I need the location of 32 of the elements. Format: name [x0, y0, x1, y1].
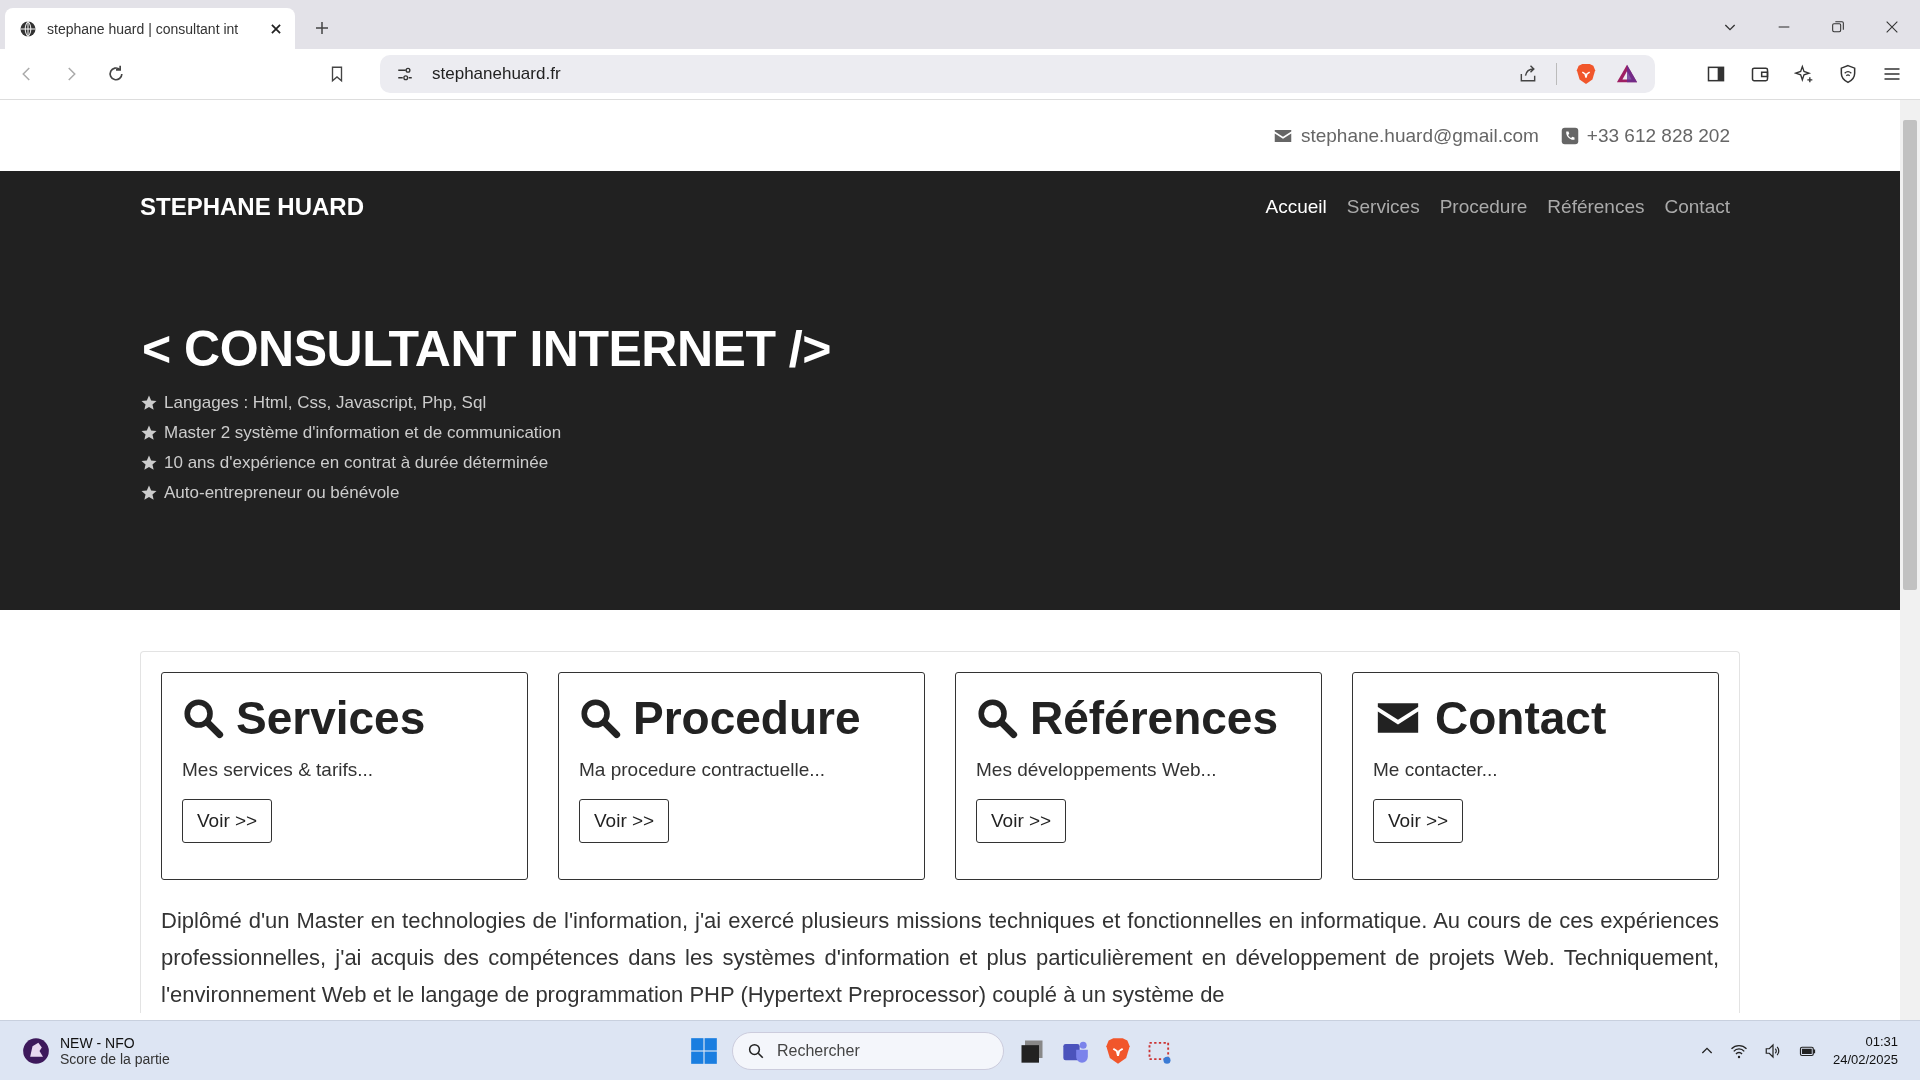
card-text: Me contacter... — [1373, 759, 1499, 781]
card-title: Références — [1030, 691, 1279, 745]
tab-title: stephane huard | consultant int — [47, 20, 240, 37]
phone-number: +33 612 828 202 — [1586, 124, 1730, 147]
nav-link[interactable]: Références — [1547, 195, 1645, 218]
nav-link[interactable]: Accueil — [1265, 195, 1327, 218]
clock[interactable]: 01:31 24/02/2025 — [1832, 1032, 1898, 1069]
card-title: Services — [236, 691, 426, 745]
voir-button[interactable]: Voir >> — [182, 799, 273, 843]
card-text: Mes services & tarifs... — [182, 759, 375, 781]
address-bar[interactable]: stephanehuard.fr — [380, 55, 1655, 93]
hero-title: < CONSULTANT INTERNET /> — [142, 320, 832, 378]
voir-button[interactable]: Voir >> — [1373, 799, 1464, 843]
nav-link[interactable]: Services — [1346, 195, 1420, 218]
bullet-text: Master 2 système d'information et de communication — [164, 423, 562, 443]
news-widget[interactable]: NEW - NFO Score de la partie — [22, 1034, 170, 1067]
card-title: Contact — [1435, 691, 1607, 745]
taskbar-search[interactable]: Rechercher — [732, 1031, 1004, 1070]
intro-paragraph: Diplômé d'un Master en technologies de l'information, j'ai exercé plusieurs missions techniques et fonctionnelles en informatique. Au cours de ces expériences professionnelles, j'ai acquis des compétences dans les systèmes d'information et plus particulièrement en développement de projets Web. Techniquement, l'environnement Web et le langage de programmation PHP (Hypertext Preprocessor) couplé à un système de — [161, 907, 1719, 1009]
email-text: stephane.huard@gmail.com — [1300, 124, 1539, 147]
bullet-text: 10 ans d'expérience en contrat à durée déterminée — [164, 453, 549, 473]
voir-button[interactable]: Voir >> — [579, 799, 670, 843]
nav-link[interactable]: Contact — [1664, 195, 1730, 218]
nav-link[interactable]: Procedure — [1439, 195, 1528, 218]
bullet-text: Auto-entrepreneur ou bénévole — [164, 483, 400, 503]
browser-tab[interactable]: stephane huard | consultant int — [5, 8, 295, 49]
site-brand[interactable]: STEPHANE HUARD — [140, 192, 364, 221]
card-text: Mes développements Web... — [976, 759, 1218, 781]
bullet-text: Langages : Html, Css, Javascript, Php, Sql — [164, 393, 487, 413]
voir-button[interactable]: Voir >> — [976, 799, 1067, 843]
card-title: Procedure — [633, 691, 861, 745]
card-text: Ma procedure contractuelle... — [579, 759, 827, 781]
